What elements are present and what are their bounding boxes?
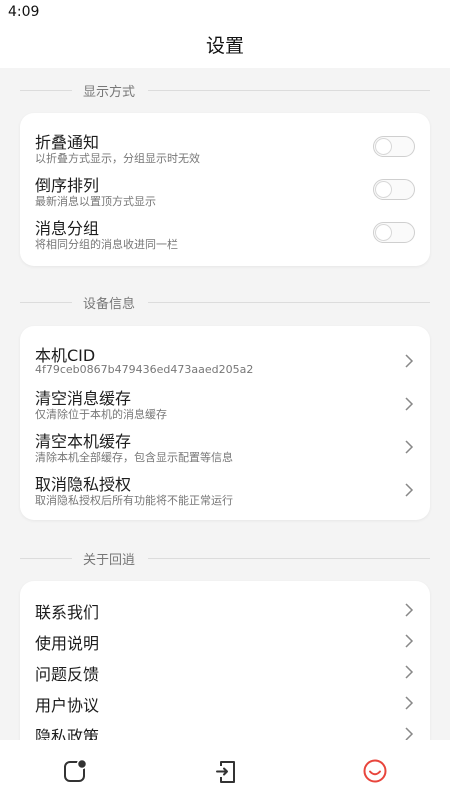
nav-device-button[interactable] [211,756,241,786]
settings-content[interactable]: 显示方式 折叠通知 以折叠方式显示，分组显示时无效 倒序排列 最新消息以置顶方式… [0,68,450,740]
divider [148,301,430,303]
toggle-knob [375,181,392,198]
menu-item-label: 用户协议 [35,696,100,715]
reverse-order-toggle[interactable] [373,179,415,200]
section-header-device: 设备信息 [20,291,430,313]
chevron-right-icon [404,634,414,648]
section-title-about: 关于回逍 [83,552,136,568]
setting-row-fold-notifications[interactable]: 折叠通知 以折叠方式显示，分组显示时无效 [20,129,430,169]
chevron-right-icon [404,603,414,617]
chevron-right-icon [404,397,414,411]
chevron-right-icon [404,440,414,454]
about-card: 联系我们 使用说明 问题反馈 用户协议 隐私政策 [20,581,430,740]
toggle-knob [375,224,392,241]
menu-item-user-agreement[interactable]: 用户协议 [20,692,430,715]
display-settings-card: 折叠通知 以折叠方式显示，分组显示时无效 倒序排列 最新消息以置顶方式显示 消息… [20,113,430,266]
chevron-right-icon [404,665,414,679]
menu-item-privacy-policy[interactable]: 隐私政策 [20,723,430,740]
chevron-right-icon [404,354,414,368]
nav-messages-button[interactable] [60,756,90,786]
bottom-nav [0,740,450,800]
section-header-about: 关于回逍 [20,547,430,569]
setting-row-clear-local-cache[interactable]: 清空本机缓存 清除本机全部缓存，包含显示配置等信息 [20,428,430,468]
setting-row-message-grouping[interactable]: 消息分组 将相同分组的消息收进同一栏 [20,215,430,255]
status-time: 4:09 [8,4,40,20]
device-icon [211,756,241,786]
setting-row-revoke-privacy[interactable]: 取消隐私授权 取消隐私授权后所有功能将不能正常运行 [20,471,430,511]
menu-item-label: 问题反馈 [35,665,100,684]
section-title-device: 设备信息 [83,296,136,312]
setting-subtitle: 最新消息以置顶方式显示 [35,195,156,208]
divider [20,89,72,91]
device-cid-value: 4f79ceb0867b479436ed473aaed205a2 [35,363,254,376]
setting-row-clear-message-cache[interactable]: 清空消息缓存 仅清除位于本机的消息缓存 [20,385,430,425]
menu-item-contact-us[interactable]: 联系我们 [20,599,430,622]
section-header-display: 显示方式 [20,79,430,101]
menu-item-feedback[interactable]: 问题反馈 [20,661,430,684]
setting-subtitle: 仅清除位于本机的消息缓存 [35,408,167,421]
divider [148,557,430,559]
menu-item-instructions[interactable]: 使用说明 [20,630,430,653]
device-info-card: 本机CID 4f79ceb0867b479436ed473aaed205a2 清… [20,326,430,520]
divider [148,89,430,91]
toggle-knob [375,138,392,155]
setting-subtitle: 以折叠方式显示，分组显示时无效 [35,152,200,165]
nav-profile-button[interactable] [360,756,390,786]
page-title: 设置 [205,35,244,57]
fold-notifications-toggle[interactable] [373,136,415,157]
divider [20,301,72,303]
menu-item-label: 联系我们 [35,603,100,622]
section-title-display: 显示方式 [83,84,136,100]
smiley-icon [360,756,390,786]
message-grouping-toggle[interactable] [373,222,415,243]
chevron-right-icon [404,696,414,710]
chevron-right-icon [404,483,414,497]
status-bar: 4:09 [0,0,450,26]
setting-row-reverse-order[interactable]: 倒序排列 最新消息以置顶方式显示 [20,172,430,212]
setting-subtitle: 将相同分组的消息收进同一栏 [35,238,178,251]
setting-row-device-cid[interactable]: 本机CID 4f79ceb0867b479436ed473aaed205a2 [20,342,430,382]
setting-subtitle: 取消隐私授权后所有功能将不能正常运行 [35,494,233,507]
app-header: 设置 [0,26,450,68]
chevron-right-icon [404,727,414,740]
divider [20,557,72,559]
menu-item-label: 隐私政策 [35,727,100,740]
menu-item-label: 使用说明 [35,634,100,653]
setting-subtitle: 清除本机全部缓存，包含显示配置等信息 [35,451,233,464]
message-icon [60,756,90,786]
